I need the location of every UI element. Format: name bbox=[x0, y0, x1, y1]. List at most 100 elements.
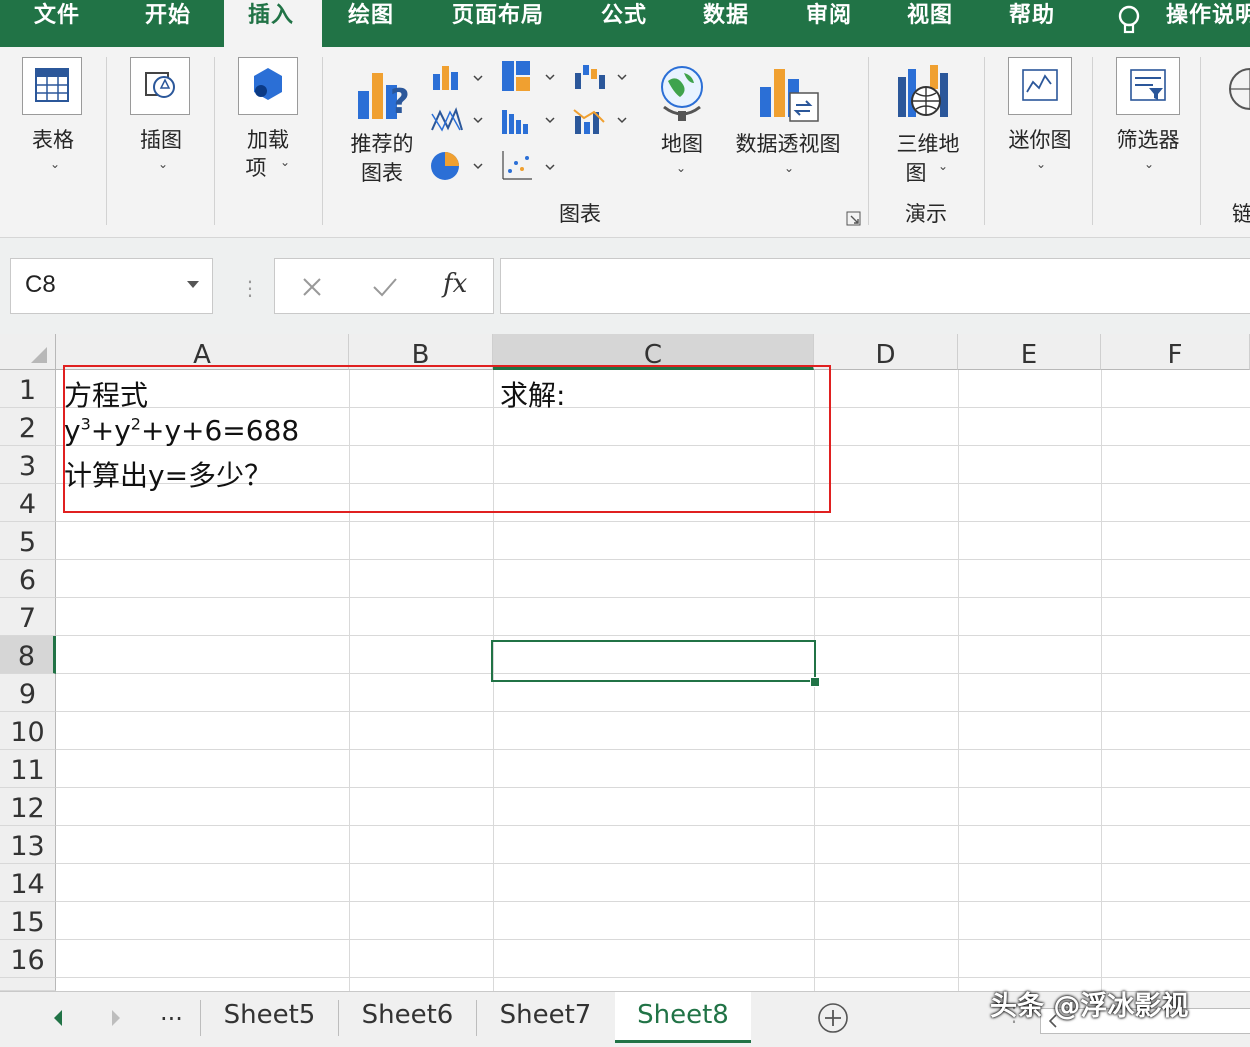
cancel-icon[interactable] bbox=[301, 276, 323, 298]
tab-formulas[interactable]: 公式 bbox=[601, 0, 647, 47]
row-header-15[interactable]: 15 bbox=[0, 902, 56, 940]
hierarchy-chart-icon[interactable] bbox=[500, 59, 560, 95]
row-header-11[interactable]: 11 bbox=[0, 750, 56, 788]
active-cell-c8[interactable] bbox=[491, 640, 816, 682]
enter-check-icon[interactable] bbox=[371, 275, 399, 299]
pivot-chart-icon bbox=[760, 69, 819, 122]
illustrations-label: 插图 bbox=[140, 128, 182, 152]
row-header-2[interactable]: 2 bbox=[0, 408, 56, 446]
tell-me-search[interactable]: 操作说明 bbox=[1166, 0, 1250, 47]
chevron-down-icon bbox=[187, 281, 199, 288]
sheet-tab-sheet6[interactable]: Sheet6 bbox=[339, 992, 476, 1040]
ribbon-divider bbox=[322, 57, 323, 225]
sheet-tab-bar: ... Sheet5 Sheet6 Sheet7 Sheet8 ⋮ 头条 @浮冰… bbox=[0, 991, 1250, 1047]
column-header-d[interactable]: D bbox=[814, 334, 958, 370]
highlight-box bbox=[63, 365, 831, 513]
row-header-17-partial[interactable] bbox=[0, 978, 56, 991]
select-all-corner[interactable] bbox=[0, 334, 56, 370]
gridline bbox=[56, 749, 1250, 750]
link-icon[interactable] bbox=[1222, 61, 1250, 121]
combo-chart-icon[interactable] bbox=[572, 104, 632, 138]
recommended-charts-line1: 推荐的 bbox=[350, 132, 414, 156]
sparklines-icon bbox=[1008, 57, 1072, 115]
chevron-down-icon: ⌄ bbox=[280, 155, 291, 169]
addins-label-line2: 项 bbox=[245, 156, 267, 180]
insert-function-icon[interactable]: fx bbox=[443, 269, 467, 299]
formula-input[interactable] bbox=[500, 258, 1250, 314]
fill-handle[interactable] bbox=[810, 677, 820, 687]
tab-file[interactable]: 文件 bbox=[34, 0, 80, 47]
chevron-down-icon: ⌄ bbox=[938, 159, 949, 173]
sparklines-label: 迷你图 bbox=[1008, 128, 1072, 152]
row-header-1[interactable]: 1 bbox=[0, 370, 56, 408]
worksheet-grid[interactable]: A B C D E F 1 2 3 4 5 6 7 8 9 10 11 12 1… bbox=[0, 334, 1250, 991]
resize-grip-icon[interactable]: ⋮ bbox=[240, 276, 260, 300]
lightbulb-icon[interactable] bbox=[1114, 3, 1144, 37]
gridline bbox=[56, 825, 1250, 826]
row-header-13[interactable]: 13 bbox=[0, 826, 56, 864]
row-header-6[interactable]: 6 bbox=[0, 560, 56, 598]
statistic-chart-icon[interactable] bbox=[500, 104, 560, 138]
row-header-3[interactable]: 3 bbox=[0, 446, 56, 484]
pie-chart-icon[interactable] bbox=[430, 149, 488, 183]
ribbon-divider bbox=[1200, 57, 1201, 225]
3d-map-label-line2: 图 bbox=[905, 161, 927, 185]
waterfall-chart-icon[interactable] bbox=[572, 59, 632, 95]
tab-page-layout[interactable]: 页面布局 bbox=[452, 0, 544, 47]
group-label-charts: 图表 bbox=[559, 202, 601, 226]
tab-review[interactable]: 审阅 bbox=[806, 0, 852, 47]
table-icon bbox=[22, 57, 82, 115]
svg-text:?: ? bbox=[390, 82, 410, 122]
row-header-4[interactable]: 4 bbox=[0, 484, 56, 522]
table-label: 表格 bbox=[32, 128, 74, 152]
row-header-16[interactable]: 16 bbox=[0, 940, 56, 978]
row-header-8[interactable]: 8 bbox=[0, 636, 56, 674]
gridline bbox=[56, 939, 1250, 940]
gridline bbox=[56, 863, 1250, 864]
scroll-right-icon[interactable] bbox=[108, 1008, 124, 1028]
chevron-down-icon: ⌄ bbox=[676, 161, 687, 175]
tab-draw[interactable]: 绘图 bbox=[348, 0, 394, 47]
tab-data[interactable]: 数据 bbox=[703, 0, 749, 47]
column-chart-icon[interactable] bbox=[430, 62, 488, 94]
tab-help[interactable]: 帮助 bbox=[1009, 0, 1055, 47]
scroll-left-icon[interactable] bbox=[50, 1008, 66, 1028]
gridline bbox=[56, 787, 1250, 788]
row-header-10[interactable]: 10 bbox=[0, 712, 56, 750]
row-header-7[interactable]: 7 bbox=[0, 598, 56, 636]
gridline bbox=[958, 370, 959, 991]
addins-icon bbox=[238, 57, 298, 115]
ribbon-tab-bar: 文件 开始 插入 绘图 页面布局 公式 数据 审阅 视图 帮助 操作说明 bbox=[0, 0, 1250, 47]
sheet-tab-sheet8[interactable]: Sheet8 bbox=[615, 992, 751, 1043]
tab-insert[interactable]: 插入 bbox=[224, 0, 322, 47]
formula-controls: fx bbox=[274, 258, 494, 314]
column-header-e[interactable]: E bbox=[958, 334, 1101, 370]
more-sheets-button[interactable]: ... bbox=[160, 998, 183, 1026]
chevron-down-icon: ⌄ bbox=[784, 161, 795, 175]
row-header-14[interactable]: 14 bbox=[0, 864, 56, 902]
line-chart-icon[interactable] bbox=[430, 104, 488, 136]
gridline bbox=[56, 521, 1250, 522]
scatter-chart-icon[interactable] bbox=[500, 149, 560, 183]
add-sheet-icon[interactable] bbox=[816, 1001, 850, 1035]
maps-label: 地图 bbox=[661, 132, 703, 156]
select-all-triangle-icon bbox=[31, 347, 47, 363]
dialog-launcher-icon[interactable] bbox=[846, 211, 862, 227]
ribbon-divider bbox=[984, 57, 985, 225]
chevron-down-icon: ⌄ bbox=[1144, 157, 1155, 171]
sheet-tab-sheet5[interactable]: Sheet5 bbox=[201, 992, 338, 1040]
links-group-label: 链 bbox=[1232, 202, 1250, 226]
row-header-12[interactable]: 12 bbox=[0, 788, 56, 826]
ribbon-divider bbox=[106, 57, 107, 225]
tab-view[interactable]: 视图 bbox=[907, 0, 953, 47]
column-header-f[interactable]: F bbox=[1101, 334, 1250, 370]
tab-home[interactable]: 开始 bbox=[145, 0, 191, 47]
sheet-tab-sheet7[interactable]: Sheet7 bbox=[477, 992, 614, 1040]
row-header-9[interactable]: 9 bbox=[0, 674, 56, 712]
filters-label: 筛选器 bbox=[1116, 128, 1180, 152]
group-label-tours: 演示 bbox=[905, 202, 947, 226]
name-box[interactable]: C8 bbox=[10, 258, 213, 314]
3d-map-label-line1: 三维地 bbox=[896, 132, 960, 156]
pivot-chart-label: 数据透视图 bbox=[735, 132, 841, 156]
row-header-5[interactable]: 5 bbox=[0, 522, 56, 560]
